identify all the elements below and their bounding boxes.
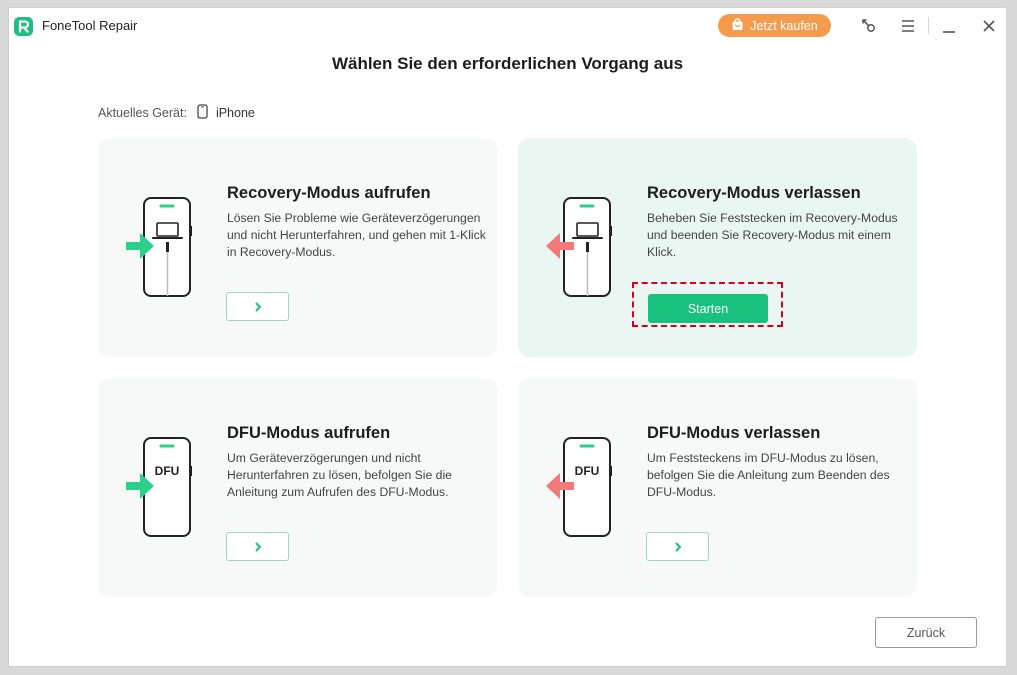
app-logo [14,17,33,36]
dfu-label: DFU [155,464,180,478]
page-title: Wählen Sie den erforderlichen Vorgang au… [331,54,684,73]
card-description: Lösen Sie Probleme wie Geräteverzögerung… [227,211,486,259]
buy-now-label: Jetzt kaufen [750,18,818,33]
start-button[interactable]: Starten [648,294,768,323]
dfu-label: DFU [575,464,600,478]
card-exit-recovery: Recovery-Modus verlassen Beheben Sie Fes… [518,138,917,357]
card-description: Beheben Sie Feststecken im Recovery-Modu… [647,211,898,259]
buy-now-button[interactable]: Jetzt kaufen [718,14,831,37]
card-title: Recovery-Modus verlassen [647,184,861,202]
device-label: Aktuelles Gerät: [98,106,187,120]
enter-recovery-button[interactable] [226,292,289,321]
card-description: Um Feststeckens im DFU-Modus zu lösen, b… [647,451,890,499]
card-enter-recovery: Recovery-Modus aufrufen Lösen Sie Proble… [98,138,497,357]
current-device: Aktuelles Gerät: iPhone [98,104,255,122]
cart-icon [731,17,744,34]
key-icon[interactable] [858,16,878,36]
card-enter-dfu: DFU DFU-Modus aufrufen Um Geräteverzöger… [98,378,497,597]
exit-dfu-button[interactable] [646,532,709,561]
start-button-highlight: Starten [632,282,783,327]
card-title: DFU-Modus verlassen [647,424,821,442]
app-window: FoneTool Repair Jetzt kaufen Wählen Sie … [8,7,1007,667]
device-name: iPhone [215,106,255,120]
card-description: Um Geräteverzögerungen und nicht Herunte… [227,451,452,499]
close-icon[interactable] [979,16,999,36]
title-bar-divider [928,17,929,34]
card-exit-dfu: DFU DFU-Modus verlassen Um Feststeckens … [518,378,917,597]
title-bar: FoneTool Repair Jetzt kaufen [9,8,1006,44]
chevron-right-icon [674,541,681,552]
phone-illustration [122,196,197,298]
phone-illustration [542,196,617,298]
chevron-right-icon [254,301,261,312]
back-button[interactable]: Zurück [875,617,977,648]
app-title: FoneTool Repair [42,18,138,33]
chevron-right-icon [254,541,261,552]
laptop-icon [152,222,183,239]
enter-dfu-button[interactable] [226,532,289,561]
phone-icon [197,104,208,122]
phone-illustration: DFU [122,436,197,538]
laptop-icon [572,222,603,239]
phone-illustration: DFU [542,436,617,538]
minimize-icon[interactable] [939,16,959,36]
card-title: Recovery-Modus aufrufen [227,184,431,202]
menu-icon[interactable] [898,16,918,36]
card-title: DFU-Modus aufrufen [227,424,391,442]
